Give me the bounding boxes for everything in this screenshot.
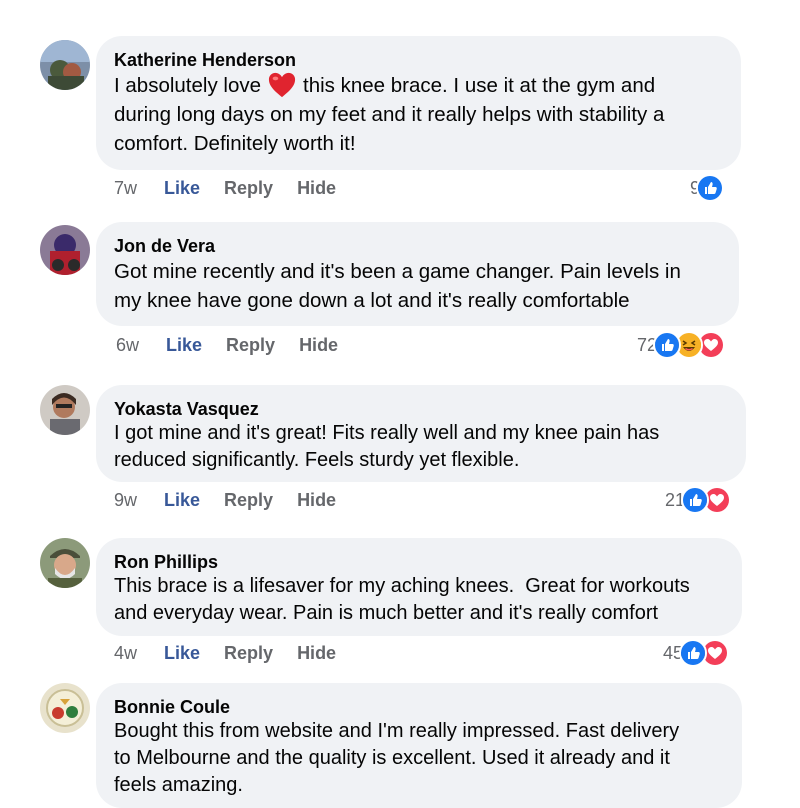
hide-button[interactable]: Hide bbox=[297, 490, 336, 511]
comment-bubble: Bonnie Coule Bought this from website an… bbox=[96, 683, 742, 808]
reply-button[interactable]: Reply bbox=[224, 490, 273, 511]
reaction-summary[interactable]: 21 bbox=[665, 485, 732, 515]
reaction-summary[interactable]: 72 bbox=[637, 330, 726, 360]
hide-button[interactable]: Hide bbox=[297, 643, 336, 664]
reply-button[interactable]: Reply bbox=[224, 643, 273, 664]
comment-author[interactable]: Katherine Henderson bbox=[114, 49, 723, 71]
like-button[interactable]: Like bbox=[164, 643, 200, 664]
comment-bubble: Katherine Henderson I absolutely love thi… bbox=[96, 36, 741, 170]
avatar[interactable] bbox=[40, 40, 90, 90]
like-icon bbox=[653, 331, 682, 359]
comment-actions: 9w Like Reply Hide bbox=[114, 485, 360, 515]
comment-actions: 7w Like Reply Hide bbox=[114, 173, 360, 203]
comment-bubble: Ron Phillips This brace is a lifesaver f… bbox=[96, 538, 742, 636]
avatar[interactable] bbox=[40, 538, 90, 588]
avatar[interactable] bbox=[40, 385, 90, 435]
comment-text: This brace is a lifesaver for my aching … bbox=[114, 575, 690, 624]
like-icon bbox=[681, 486, 710, 514]
comment-author[interactable]: Ron Phillips bbox=[114, 551, 724, 573]
comment-text-start: I absolutely love bbox=[114, 74, 262, 97]
comment-text: I absolutely love this knee brace. I use … bbox=[114, 71, 723, 158]
comment-text: I got mine and it's great! Fits really w… bbox=[114, 422, 660, 471]
reaction-summary[interactable]: 9 bbox=[690, 173, 725, 203]
comment-actions: 4w Like Reply Hide bbox=[114, 638, 360, 668]
hide-button[interactable]: Hide bbox=[299, 335, 338, 356]
comment-author[interactable]: Yokasta Vasquez bbox=[114, 398, 728, 420]
comment-bubble: Yokasta Vasquez I got mine and it's grea… bbox=[96, 385, 746, 482]
comment-author[interactable]: Jon de Vera bbox=[114, 235, 721, 257]
comment-timestamp[interactable]: 6w bbox=[116, 335, 166, 356]
like-icon bbox=[696, 174, 725, 202]
comment-timestamp[interactable]: 9w bbox=[114, 490, 164, 511]
red-heart-icon bbox=[268, 72, 296, 97]
like-icon bbox=[679, 639, 708, 667]
comment-timestamp[interactable]: 7w bbox=[114, 178, 164, 199]
comment-author[interactable]: Bonnie Coule bbox=[114, 696, 724, 718]
comment-text: Bought this from website and I'm really … bbox=[114, 720, 680, 796]
comment-bubble: Jon de Vera Got mine recently and it's b… bbox=[96, 222, 739, 326]
like-button[interactable]: Like bbox=[166, 335, 202, 356]
comment-actions: 6w Like Reply Hide bbox=[116, 330, 362, 360]
avatar[interactable] bbox=[40, 683, 90, 733]
avatar[interactable] bbox=[40, 225, 90, 275]
reply-button[interactable]: Reply bbox=[226, 335, 275, 356]
like-button[interactable]: Like bbox=[164, 178, 200, 199]
comment-timestamp[interactable]: 4w bbox=[114, 643, 164, 664]
reply-button[interactable]: Reply bbox=[224, 178, 273, 199]
hide-button[interactable]: Hide bbox=[297, 178, 336, 199]
like-button[interactable]: Like bbox=[164, 490, 200, 511]
comment-text: Got mine recently and it's been a game c… bbox=[114, 260, 681, 312]
reaction-summary[interactable]: 45 bbox=[663, 638, 730, 668]
